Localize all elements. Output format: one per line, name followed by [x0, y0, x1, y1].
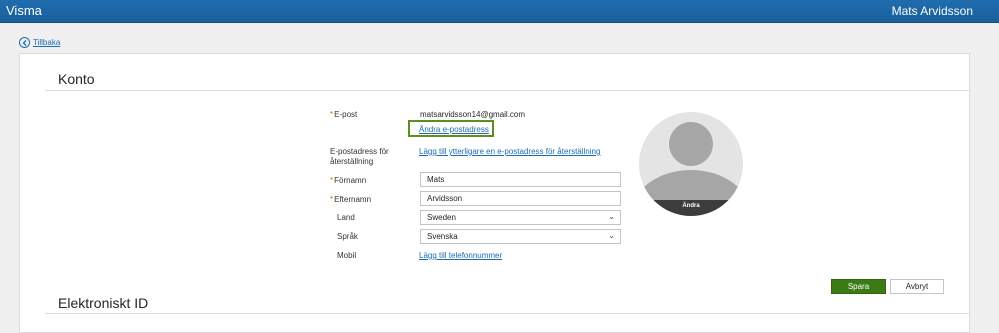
section-title-electronic-id: Elektroniskt ID: [58, 295, 149, 311]
section-title-konto: Konto: [58, 71, 95, 87]
back-link-label: Tillbaka: [33, 38, 61, 47]
account-card: Konto *E-post matsarvidsson14@gmail.com …: [19, 53, 970, 333]
chevron-down-icon: ⌄: [608, 212, 615, 221]
brand-logo[interactable]: Visma: [6, 3, 42, 18]
email-label: *E-post: [330, 110, 358, 119]
change-email-link[interactable]: Ändra e-postadress: [419, 125, 489, 134]
user-menu[interactable]: Mats Arvidsson: [892, 4, 973, 18]
last-name-label: *Efternamn: [330, 195, 372, 204]
email-value: matsarvidsson14@gmail.com: [420, 110, 526, 119]
avatar[interactable]: Ändra: [639, 112, 743, 216]
mobile-label: Mobil: [337, 251, 357, 260]
chevron-left-circle-icon: [19, 37, 30, 48]
add-recovery-email-link[interactable]: Lägg till ytterligare en e-postadress fö…: [419, 147, 600, 156]
cancel-button[interactable]: Avbryt: [890, 279, 944, 294]
country-label: Land: [337, 213, 355, 222]
language-label: Språk: [337, 232, 358, 241]
chevron-down-icon: ⌄: [608, 231, 615, 240]
first-name-label: *Förnamn: [330, 176, 367, 185]
first-name-field[interactable]: Mats: [420, 172, 621, 187]
language-select[interactable]: Svenska ⌄: [420, 229, 621, 244]
save-button[interactable]: Spara: [831, 279, 886, 294]
back-link[interactable]: Tillbaka: [19, 37, 60, 48]
top-bar: Visma Mats Arvidsson: [0, 0, 999, 23]
divider: [45, 313, 970, 314]
last-name-field[interactable]: Arvidsson: [420, 191, 621, 206]
avatar-placeholder-head: [669, 122, 713, 166]
country-select-value: Sweden: [427, 213, 456, 222]
language-select-value: Svenska: [427, 232, 458, 241]
recovery-email-label: E-postadress för återställning: [330, 147, 389, 166]
divider: [45, 90, 970, 91]
country-select[interactable]: Sweden ⌄: [420, 210, 621, 225]
avatar-change-label: Ändra: [682, 203, 700, 209]
add-phone-link[interactable]: Lägg till telefonnummer: [419, 251, 502, 260]
required-marker: *: [330, 110, 334, 119]
